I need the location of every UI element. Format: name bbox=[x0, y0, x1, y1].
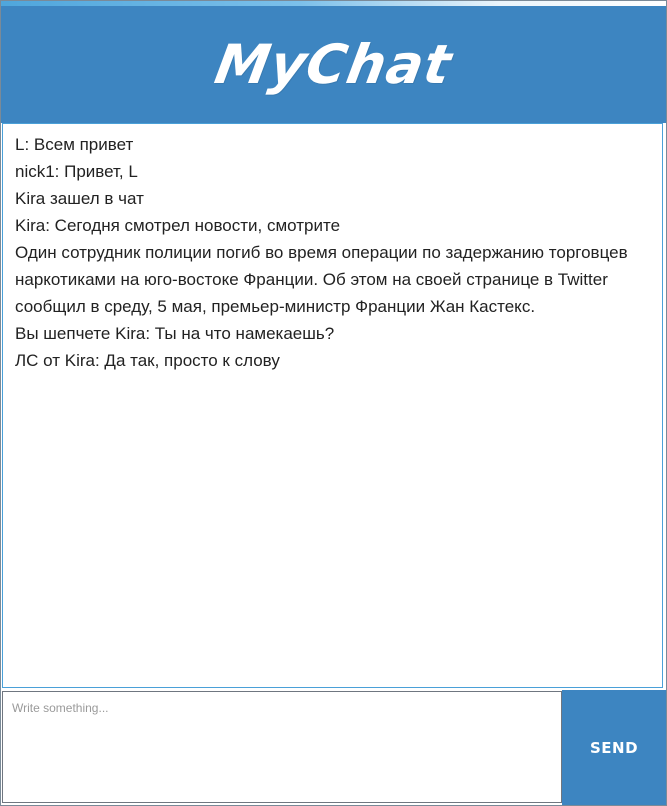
app-logo-title: MyChat bbox=[210, 33, 457, 96]
composer: SEND bbox=[1, 690, 666, 805]
message-item: Один сотрудник полиции погиб во время оп… bbox=[15, 243, 628, 316]
message-item: Вы шепчете Kira: Ты на что намекаешь? bbox=[15, 324, 335, 343]
message-item: Kira: Сегодня смотрел новости, смотрите bbox=[15, 216, 341, 235]
message-item: ЛС от Kira: Да так, просто к слову bbox=[15, 351, 280, 370]
message-item: L: Всем привет bbox=[15, 135, 134, 154]
chat-window: MyChat L: Всем привет nick1: Привет, L K… bbox=[0, 0, 667, 806]
message-item: Kira зашел в чат bbox=[15, 189, 144, 208]
message-item: nick1: Привет, L bbox=[15, 162, 138, 181]
header: MyChat bbox=[1, 6, 666, 123]
message-input[interactable] bbox=[2, 691, 562, 803]
send-button[interactable]: SEND bbox=[562, 690, 666, 805]
message-list[interactable]: L: Всем привет nick1: Привет, L Kira заш… bbox=[2, 123, 663, 688]
